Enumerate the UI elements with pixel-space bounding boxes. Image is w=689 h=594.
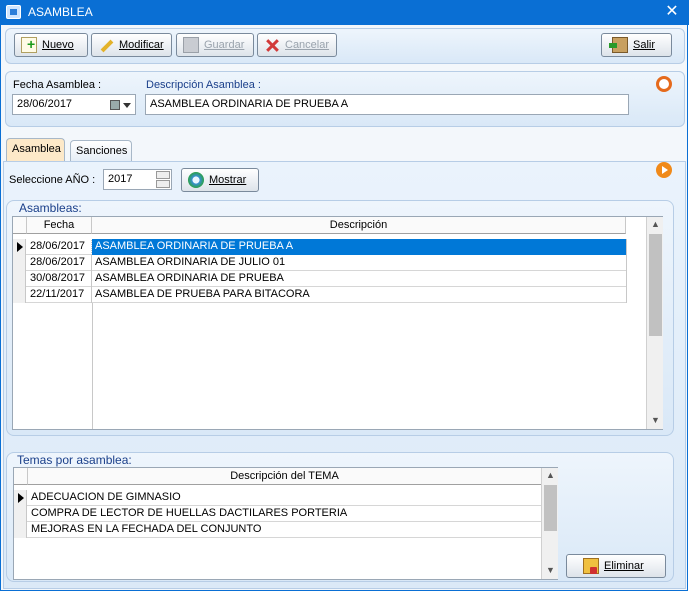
scroll-down-icon[interactable]: ▼ xyxy=(647,415,664,425)
current-row-indicator-icon xyxy=(14,490,27,506)
chevron-down-icon[interactable] xyxy=(123,103,131,108)
description-field[interactable]: ASAMBLEA ORDINARIA DE PRUEBA A xyxy=(145,94,629,115)
new-button-label: Nuevo xyxy=(42,39,74,51)
cell-fecha[interactable]: 22/11/2017 xyxy=(27,287,92,303)
close-icon[interactable]: ✕ xyxy=(660,1,684,23)
edit-button[interactable]: Modificar xyxy=(91,33,172,57)
row-indicator xyxy=(13,271,26,287)
temas-grid[interactable]: Descripción del TEMA ADECUACION DE GIMNA… xyxy=(13,467,558,580)
refresh-icon xyxy=(188,172,204,188)
temas-title: Temas por asamblea: xyxy=(17,453,132,467)
pencil-icon xyxy=(98,37,114,53)
delete-button[interactable]: Eliminar xyxy=(566,554,666,578)
year-value: 2017 xyxy=(108,173,133,185)
col-header-tema[interactable]: Descripción del TEMA xyxy=(28,468,542,485)
spinner-up-icon[interactable] xyxy=(156,171,170,179)
cell-fecha[interactable]: 28/06/2017 xyxy=(27,255,92,271)
window-title: ASAMBLEA xyxy=(28,5,93,19)
floppy-disk-icon xyxy=(183,37,199,53)
play-arrow-icon[interactable] xyxy=(656,162,672,178)
new-button[interactable]: Nuevo xyxy=(14,33,88,57)
asambleas-scrollbar[interactable]: ▲ ▼ xyxy=(646,217,663,429)
cell-tema[interactable]: ADECUACION DE GIMNASIO xyxy=(28,490,542,506)
date-label: Fecha Asamblea : xyxy=(13,79,102,91)
cell-tema[interactable]: MEJORAS EN LA FECHADA DEL CONJUNTO xyxy=(28,522,542,538)
cell-fecha[interactable]: 30/08/2017 xyxy=(27,271,92,287)
cell-descripcion[interactable]: ASAMBLEA DE PRUEBA PARA BITACORA xyxy=(92,287,627,303)
table-row[interactable]: ADECUACION DE GIMNASIO xyxy=(14,490,542,506)
cell-descripcion[interactable]: ASAMBLEA ORDINARIA DE PRUEBA xyxy=(92,271,627,287)
table-row[interactable]: COMPRA DE LECTOR DE HUELLAS DACTILARES P… xyxy=(14,506,542,522)
table-row[interactable]: 28/06/2017 ASAMBLEA ORDINARIA DE PRUEBA … xyxy=(13,238,628,256)
current-row-indicator-icon xyxy=(13,239,26,255)
show-button-label: Mostrar xyxy=(209,174,247,186)
grid-header-indicator xyxy=(13,217,27,234)
row-indicator xyxy=(13,255,26,271)
temas-scrollbar[interactable]: ▲ ▼ xyxy=(541,468,558,579)
edit-button-label: Modificar xyxy=(119,39,164,51)
asambleas-grid[interactable]: Fecha Descripción 28/06/2017 ASAMBLEA OR… xyxy=(12,216,663,430)
save-button[interactable]: Guardar xyxy=(176,33,254,57)
row-indicator xyxy=(13,287,26,303)
col-header-descripcion[interactable]: Descripción xyxy=(92,217,626,234)
date-field[interactable]: 28/06/2017 xyxy=(12,94,136,115)
grid-column-divider xyxy=(92,303,93,429)
cell-descripcion[interactable]: ASAMBLEA ORDINARIA DE PRUEBA A xyxy=(91,238,628,256)
save-button-label: Guardar xyxy=(204,39,245,51)
cancel-button-label: Cancelar xyxy=(285,39,330,51)
table-row[interactable]: 22/11/2017 ASAMBLEA DE PRUEBA PARA BITAC… xyxy=(13,287,627,303)
spinner-down-icon[interactable] xyxy=(156,180,170,188)
exit-button-label: Salir xyxy=(633,39,656,51)
tab-asamblea[interactable]: Asamblea xyxy=(6,138,65,162)
table-row[interactable]: MEJORAS EN LA FECHADA DEL CONJUNTO xyxy=(14,522,542,538)
scroll-down-icon[interactable]: ▼ xyxy=(542,565,559,575)
cancel-x-icon xyxy=(264,37,280,53)
description-label: Descripción Asamblea : xyxy=(146,79,261,91)
scroll-up-icon[interactable]: ▲ xyxy=(647,219,664,229)
cell-descripcion[interactable]: ASAMBLEA ORDINARIA DE JULIO 01 xyxy=(92,255,627,271)
date-value: 28/06/2017 xyxy=(17,98,73,110)
col-header-fecha[interactable]: Fecha xyxy=(27,217,92,234)
year-spinner[interactable]: 2017 xyxy=(103,169,172,190)
asambleas-title: Asambleas: xyxy=(19,201,82,215)
calendar-icon[interactable] xyxy=(110,100,120,110)
delete-icon xyxy=(583,558,599,574)
new-document-icon xyxy=(21,36,37,53)
row-indicator xyxy=(14,506,27,522)
cell-tema[interactable]: COMPRA DE LECTOR DE HUELLAS DACTILARES P… xyxy=(28,506,542,522)
app-window-icon xyxy=(6,5,21,19)
scroll-thumb[interactable] xyxy=(649,234,662,336)
exit-button[interactable]: Salir xyxy=(601,33,672,57)
grid-header-indicator xyxy=(14,468,28,485)
year-label: Seleccione AÑO : xyxy=(9,174,96,186)
help-lifebuoy-icon[interactable] xyxy=(656,76,672,92)
show-button[interactable]: Mostrar xyxy=(181,168,259,192)
scroll-thumb[interactable] xyxy=(544,485,557,531)
cancel-button[interactable]: Cancelar xyxy=(257,33,337,57)
title-bar: ASAMBLEA ✕ xyxy=(0,0,689,25)
cell-fecha[interactable]: 28/06/2017 xyxy=(27,239,92,255)
scroll-up-icon[interactable]: ▲ xyxy=(542,470,559,480)
tab-sanciones[interactable]: Sanciones xyxy=(70,140,132,162)
delete-button-label: Eliminar xyxy=(604,560,644,572)
table-row[interactable]: 30/08/2017 ASAMBLEA ORDINARIA DE PRUEBA xyxy=(13,271,627,287)
row-indicator xyxy=(14,522,27,538)
table-row[interactable]: 28/06/2017 ASAMBLEA ORDINARIA DE JULIO 0… xyxy=(13,255,627,271)
exit-door-icon xyxy=(609,37,628,53)
